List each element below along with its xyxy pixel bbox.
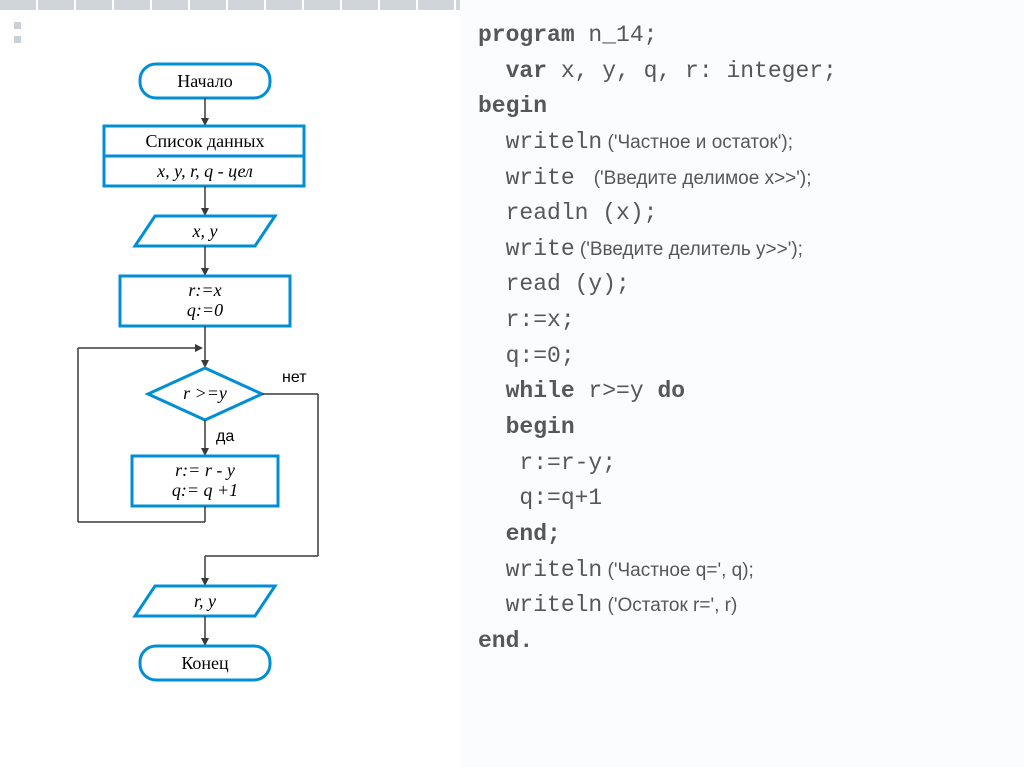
code-text: writeln [478, 129, 602, 155]
data-spec-text: x, y, r, q - цел [156, 161, 253, 181]
kw-do: do [657, 378, 685, 404]
code-line: begin [478, 89, 1006, 125]
code-panel: program n_14; var x, y, q, r: integer; b… [460, 0, 1024, 767]
code-text: writeln [478, 557, 602, 583]
flowchart-panel: Начало Список данных x, y, r, q - цел x,… [0, 0, 460, 767]
code-line: end. [478, 624, 1006, 660]
code-line: writeln ('Частное q=', q); [478, 553, 1006, 589]
end-text: Конец [181, 653, 229, 673]
code-text: write [478, 236, 575, 262]
output-text: r, y [194, 591, 216, 611]
label-no: нет [282, 369, 307, 386]
code-line: write ('Введите делитель y>>'); [478, 232, 1006, 268]
code-line: program n_14; [478, 18, 1006, 54]
code-text: x, y, q, r: integer; [547, 58, 837, 84]
code-line: q:=0; [478, 339, 1006, 375]
code-line: read (y); [478, 267, 1006, 303]
label-yes: да [216, 428, 234, 445]
code-line: writeln ('Остаток r=', r) [478, 588, 1006, 624]
code-line: end; [478, 517, 1006, 553]
code-text: writeln [478, 592, 602, 618]
code-text: ('Частное и остаток'); [602, 132, 793, 153]
start-text: Начало [177, 71, 232, 91]
code-text: n_14; [575, 22, 658, 48]
code-text: ('Остаток r=', r) [602, 595, 737, 616]
kw-while: while [478, 378, 575, 404]
kw-program: program [478, 22, 575, 48]
code-text: ('Введите делитель y>>'); [575, 239, 803, 260]
flowchart-svg: Начало Список данных x, y, r, q - цел x,… [0, 0, 460, 767]
kw-var: var [478, 58, 547, 84]
code-line: write ('Введите делимое x>>'); [478, 161, 1006, 197]
code-line: readln (x); [478, 196, 1006, 232]
body1-text: r:= r - y [175, 460, 235, 480]
code-line: r:=r-y; [478, 446, 1006, 482]
code-text: ('Введите делимое x>>'); [588, 168, 811, 189]
data-caption-text: Список данных [145, 131, 264, 151]
code-line: while r>=y do [478, 374, 1006, 410]
code-line: r:=x; [478, 303, 1006, 339]
code-line: writeln ('Частное и остаток'); [478, 125, 1006, 161]
input-text: x, y [192, 221, 218, 241]
code-text: ('Частное q=', q); [602, 560, 754, 581]
init1-text: r:=x [188, 280, 221, 300]
code-text: write [478, 165, 588, 191]
cond-text: r >=y [183, 383, 227, 403]
init2-text: q:=0 [187, 300, 223, 320]
body2-text: q:= q +1 [172, 480, 238, 500]
code-line: q:=q+1 [478, 481, 1006, 517]
code-line: begin [478, 410, 1006, 446]
code-text: r>=y [575, 378, 658, 404]
code-line: var x, y, q, r: integer; [478, 54, 1006, 90]
